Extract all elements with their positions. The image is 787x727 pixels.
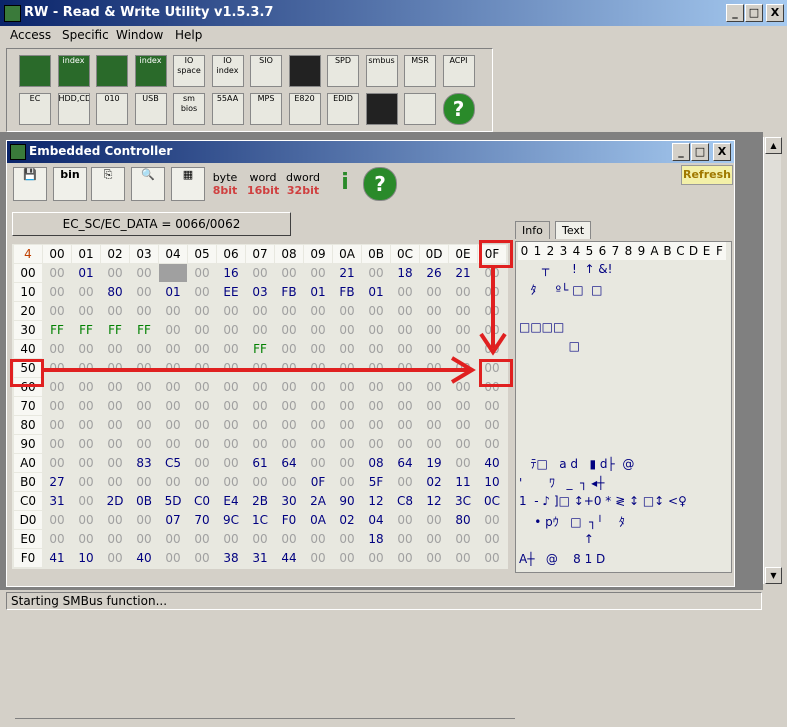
grid-hscroll[interactable] [15, 718, 515, 727]
status-bar: Starting SMBus function... [0, 590, 787, 612]
annotation-arrows [42, 265, 507, 384]
status-text: Starting SMBus function... [6, 592, 762, 610]
